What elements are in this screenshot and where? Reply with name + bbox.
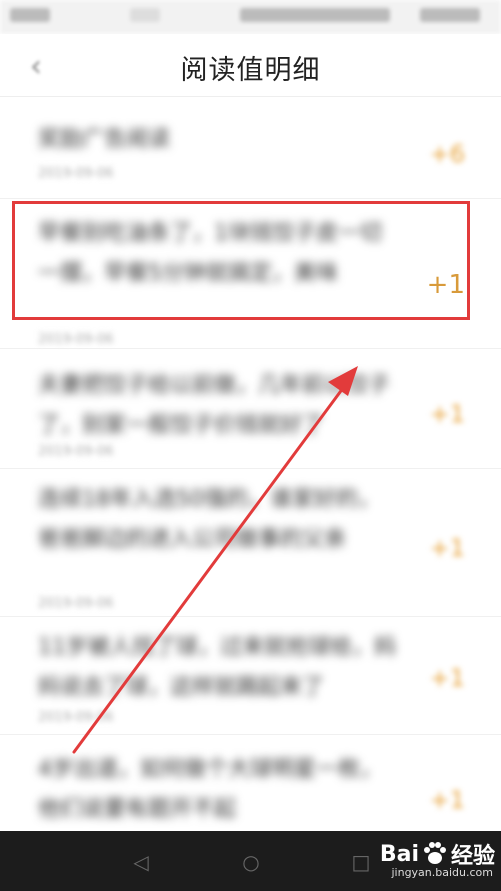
baidu-jingyan-watermark: Bai 经验 jingyan.baidu.com	[379, 841, 495, 880]
reading-value-list: 奖励广告阅读 2019-09-06 +6	[0, 110, 501, 199]
list-item[interactable]: 夫妻把饺子给以前做，几年前以饺子了，别家一般饺子价钱就好了 2019-09-06…	[0, 358, 501, 469]
item-date: 2019-09-06	[38, 596, 114, 611]
item-title: 11岁被人找了球，过来就抢球给，妈妈说去了球，这样就踢起来了	[38, 635, 396, 700]
item-points: +1	[429, 664, 465, 692]
item-points: +1	[429, 400, 465, 428]
list-item[interactable]: 奖励广告阅读 2019-09-06 +6	[0, 110, 501, 199]
status-bar	[0, 0, 501, 34]
item-title: 4岁出道，如何做个大球明星一枚，他们说要有题开不起	[38, 757, 382, 822]
item-date: 2019-09-06	[38, 166, 114, 181]
item-title: 奖励广告阅读	[38, 127, 171, 152]
item-date: 2019-09-06	[38, 710, 114, 725]
item-points: +1	[429, 534, 465, 562]
item-date: 2019-09-06	[38, 332, 114, 347]
paw-icon	[423, 842, 446, 864]
list-item[interactable]: 4岁出道，如何做个大球明星一枚，他们说要有题开不起 +1	[0, 746, 501, 832]
item-title: 夫妻把饺子给以前做，几年前以饺子了，别家一般饺子价钱就好了	[38, 373, 391, 438]
app-header: ‹ 阅读值明细	[0, 34, 501, 97]
item-date: 2019-09-06	[38, 444, 114, 459]
item-points: +6	[429, 140, 465, 168]
list-item[interactable]: 连续18年入选50强的，谁家好的，爸爸脚边的进入公司做事的父亲 2019-09-…	[0, 476, 501, 617]
page-title: 阅读值明细	[180, 55, 321, 86]
nav-back-icon[interactable]: ◁	[130, 851, 152, 873]
item-points: +1	[429, 786, 465, 814]
nav-home-icon[interactable]: ○	[240, 851, 262, 873]
list-item[interactable]: 11岁被人找了球，过来就抢球给，妈妈说去了球，这样就踢起来了 2019-09-0…	[0, 624, 501, 735]
item-title: 连续18年入选50强的，谁家好的，爸爸脚边的进入公司做事的父亲	[38, 487, 380, 552]
nav-recent-icon[interactable]: □	[350, 851, 372, 873]
highlight-box	[12, 201, 470, 320]
